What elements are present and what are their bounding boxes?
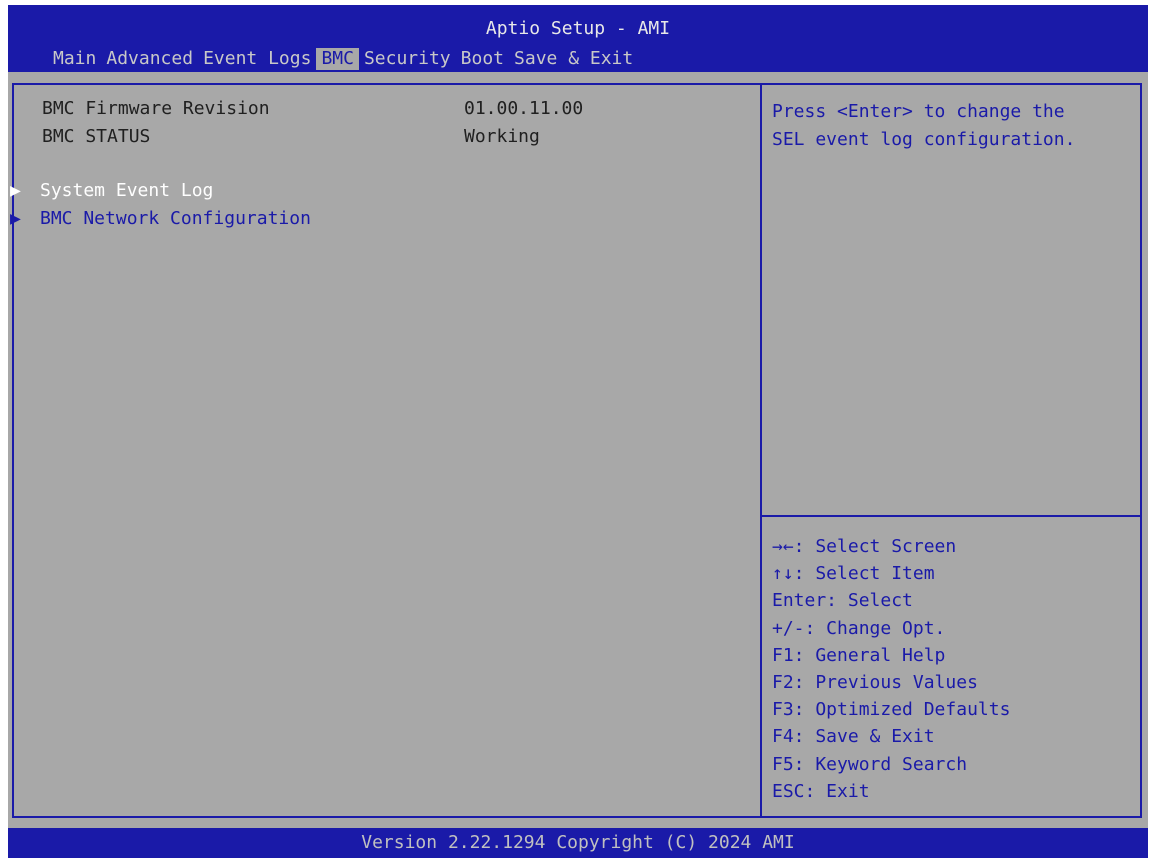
key-legend: →←: Select Screen ↑↓: Select Item Enter:… <box>772 533 1132 805</box>
submenu-arrow-icon: ▶ <box>10 180 21 201</box>
key-hint-select-screen: →←: Select Screen <box>772 536 957 557</box>
panel-divider <box>760 83 762 818</box>
submenu-label: BMC Network Configuration <box>40 208 311 229</box>
help-line: SEL event log configuration. <box>772 129 1076 150</box>
help-line: Press <Enter> to change the <box>772 101 1065 122</box>
info-label: BMC STATUS <box>42 126 151 147</box>
key-hint-enter: Enter: Select <box>772 590 913 612</box>
key-hint-f2: F2: Previous Values <box>772 671 978 693</box>
tab-boot[interactable]: Boot <box>456 48 509 70</box>
key-hint-change-opt: +/-: Change Opt. <box>772 617 946 639</box>
tab-bmc[interactable]: BMC <box>316 48 359 70</box>
tab-save-exit[interactable]: Save & Exit <box>509 48 638 70</box>
bios-screen: Aptio Setup - AMI Main Advanced Event Lo… <box>8 5 1148 858</box>
help-divider <box>762 515 1140 517</box>
tab-advanced[interactable]: Advanced <box>101 48 198 70</box>
tab-security[interactable]: Security <box>359 48 456 70</box>
key-hint-f3: F3: Optimized Defaults <box>772 699 1011 721</box>
info-row-firmware-revision: BMC Firmware Revision 01.00.11.00 <box>42 97 583 121</box>
version-text: Version 2.22.1294 Copyright (C) 2024 AMI <box>361 832 795 853</box>
info-label: BMC Firmware Revision <box>42 98 270 119</box>
submenu-system-event-log[interactable]: ▶ System Event Log <box>10 179 213 203</box>
key-hint-esc: ESC: Exit <box>772 780 870 802</box>
submenu-label: System Event Log <box>40 180 214 201</box>
title-bar: Aptio Setup - AMI Main Advanced Event Lo… <box>8 5 1148 72</box>
tab-event-logs[interactable]: Event Logs <box>198 48 316 70</box>
help-text: Press <Enter> to change the SEL event lo… <box>772 98 1132 154</box>
key-hint-f5: F5: Keyword Search <box>772 753 968 775</box>
key-hint-f4: F4: Save & Exit <box>772 726 935 748</box>
info-value: Working <box>464 126 540 147</box>
footer-bar: Version 2.22.1294 Copyright (C) 2024 AMI <box>8 828 1148 858</box>
key-hint-f1: F1: General Help <box>772 644 946 666</box>
tab-main[interactable]: Main <box>48 48 101 70</box>
info-value: 01.00.11.00 <box>464 98 584 119</box>
window-title: Aptio Setup - AMI <box>485 18 671 39</box>
info-row-bmc-status: BMC STATUS Working <box>42 125 540 149</box>
submenu-bmc-network-configuration[interactable]: ▶ BMC Network Configuration <box>10 207 311 231</box>
submenu-arrow-icon: ▶ <box>10 208 21 229</box>
tab-bar: Main Advanced Event Logs BMC Security Bo… <box>48 47 638 71</box>
key-hint-select-item: ↑↓: Select Item <box>772 563 935 585</box>
